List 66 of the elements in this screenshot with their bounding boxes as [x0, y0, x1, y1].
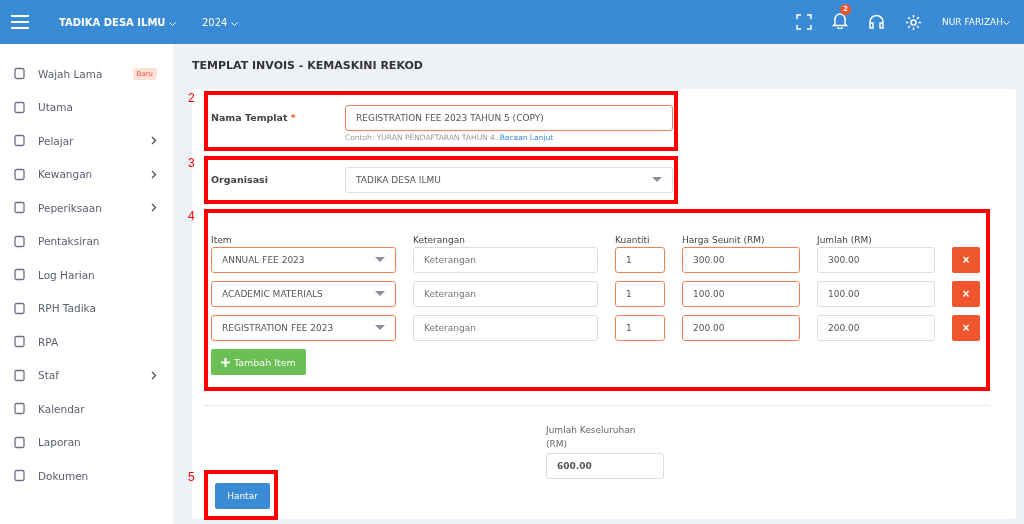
sidebar-item[interactable]: Pentaksiran	[0, 224, 173, 258]
user-menu[interactable]: NUR FARIZAH	[942, 17, 1010, 27]
sidebar-item[interactable]: RPA	[0, 325, 173, 359]
chevron-icon	[151, 169, 157, 179]
sidebar-item[interactable]: Kalendar	[0, 392, 173, 426]
sidebar-item[interactable]: RPH Tadika	[0, 291, 173, 325]
total-label: Jumlah Keseluruhan (RM)	[546, 424, 637, 451]
caret-icon	[652, 177, 662, 183]
sidebar-item[interactable]: Utama	[0, 90, 173, 124]
remove-button[interactable]: ×	[952, 247, 980, 273]
quantity-field[interactable]: 1	[615, 281, 665, 307]
description-field[interactable]: Keterangan	[413, 281, 598, 307]
column-header: Item	[211, 235, 233, 245]
amount-field[interactable]: 200.00	[817, 315, 935, 341]
sidebar-item[interactable]: Dokumen	[0, 459, 173, 493]
amount-field[interactable]: 300.00	[817, 247, 935, 273]
item-select[interactable]: ANNUAL FEE 2023	[211, 247, 396, 273]
chevron-icon	[151, 136, 157, 146]
unit-price-field[interactable]: 300.00	[682, 247, 800, 273]
annotation-number: 5	[188, 470, 195, 484]
caret-icon	[169, 21, 176, 26]
input-field[interactable]: REGISTRATION FEE 2023 TAHUN 5 (COPY)	[345, 105, 673, 131]
description-field[interactable]: Keterangan	[413, 247, 598, 273]
caret-icon	[1003, 21, 1010, 25]
chevron-icon	[151, 370, 157, 380]
sidebar-item[interactable]: Kewangan	[0, 157, 173, 191]
annotation-number: 2	[188, 91, 195, 105]
caret-icon	[375, 325, 385, 331]
headset-icon[interactable]	[868, 13, 886, 31]
annotation-number: 4	[188, 209, 195, 223]
total-field[interactable]: 600.00	[546, 453, 664, 479]
unit-price-field[interactable]: 100.00	[682, 281, 800, 307]
menu-icon[interactable]	[11, 15, 29, 29]
field-label: Organisasi	[211, 173, 269, 185]
sidebar-item[interactable]: Staf	[0, 358, 173, 392]
description-field[interactable]: Keterangan	[413, 315, 598, 341]
caret-icon	[230, 21, 238, 26]
organization-select[interactable]: TADIKA DESA ILMU	[345, 167, 673, 193]
bell-icon[interactable]	[832, 11, 849, 29]
column-header: Keterangan	[413, 235, 466, 245]
amount-field[interactable]: 100.00	[817, 281, 935, 307]
quantity-field[interactable]: 1	[615, 247, 665, 273]
column-header: Jumlah (RM)	[817, 235, 873, 245]
caret-icon	[375, 291, 385, 297]
field-label: Nama Templat *	[211, 111, 297, 123]
submit-button[interactable]: Hantar	[215, 483, 270, 509]
column-header: Kuantiti	[615, 235, 651, 245]
item-select[interactable]: REGISTRATION FEE 2023	[211, 315, 396, 341]
remove-button[interactable]: ×	[952, 281, 980, 307]
column-header: Harga Seunit (RM)	[682, 235, 766, 245]
sidebar-item[interactable]: Pelajar	[0, 124, 173, 158]
item-select[interactable]: ACADEMIC MATERIALS	[211, 281, 396, 307]
plus-icon	[221, 357, 230, 367]
unit-price-field[interactable]: 200.00	[682, 315, 800, 341]
year-dropdown[interactable]: 2024	[202, 16, 238, 28]
sidebar-item[interactable]: Laporan	[0, 425, 173, 459]
sidebar-item[interactable]: Log Harian	[0, 258, 173, 292]
annotation-number: 3	[188, 156, 195, 170]
caret-icon	[375, 257, 385, 263]
sidebar-item[interactable]: Peperiksaan	[0, 191, 173, 225]
fullscreen-icon[interactable]	[796, 14, 813, 30]
quantity-field[interactable]: 1	[615, 315, 665, 341]
page-title: TEMPLAT INVOIS - KEMASKINI REKOD	[192, 59, 424, 72]
chevron-icon	[151, 203, 157, 213]
remove-button[interactable]: ×	[952, 315, 980, 341]
organization-dropdown[interactable]: TADIKA DESA ILMU	[59, 16, 176, 28]
